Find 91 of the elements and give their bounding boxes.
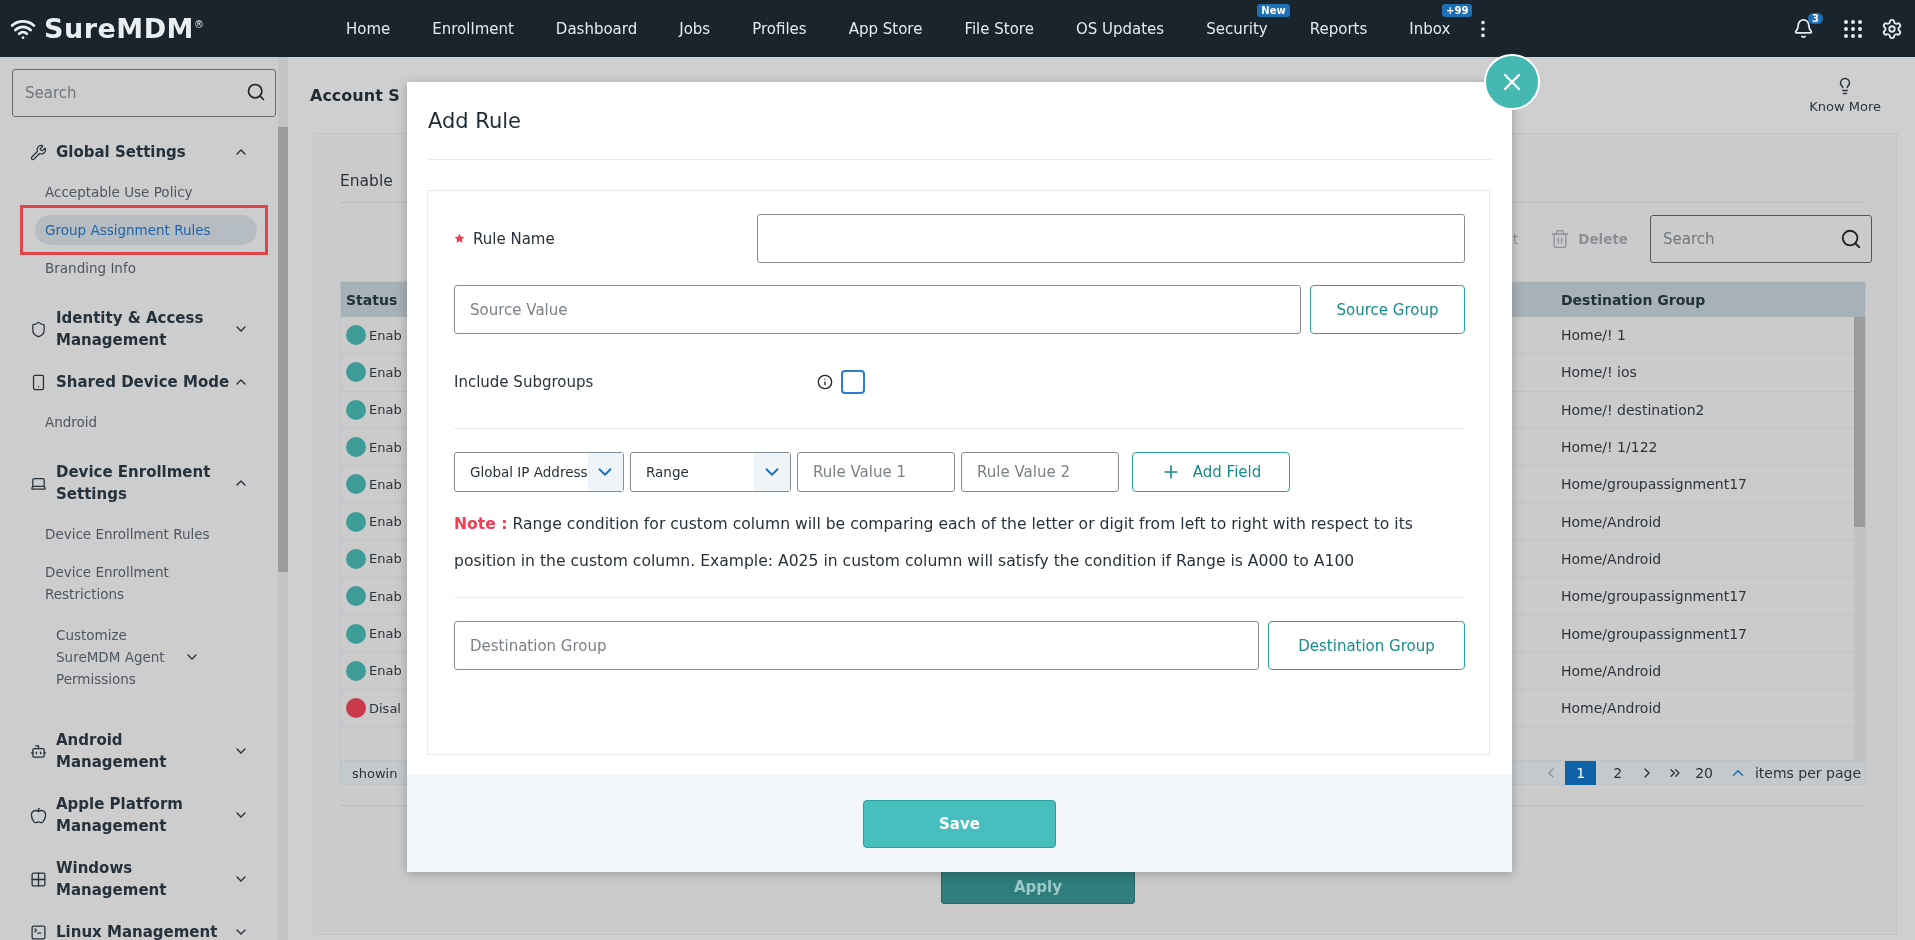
table-cell: Enab	[369, 327, 402, 343]
know-more-button[interactable]: Know More	[1803, 75, 1887, 115]
table-cell: Enab	[369, 364, 402, 380]
page-title: Account S	[310, 85, 400, 105]
section-title[interactable]: Android Management	[56, 729, 233, 773]
table-cell: Enab	[369, 663, 402, 679]
nav-badge: New	[1257, 4, 1290, 17]
table-cell-text: Home/! 1	[1560, 327, 1628, 344]
input-field[interactable]: Source Value	[454, 285, 1301, 334]
scrollbar[interactable]	[278, 127, 288, 572]
table-cell-text: Home/Android	[1560, 513, 1663, 530]
table-cell: Enab	[369, 626, 402, 641]
sidebar-item[interactable]: Android	[35, 407, 257, 437]
page-size[interactable]: 20	[1695, 765, 1713, 781]
nav-item[interactable]: OS Updates	[1075, 20, 1165, 38]
sidebar-item[interactable]: Customize SureMDM Agent Permissions	[46, 620, 184, 694]
phone-icon	[30, 373, 47, 391]
field-label: Rule Name	[473, 229, 555, 248]
operator-select[interactable]: Range	[630, 452, 791, 492]
info-icon	[817, 374, 834, 390]
add-field-button[interactable]: Add Field	[1132, 452, 1290, 492]
nav-item[interactable]: Reports	[1309, 20, 1368, 38]
checkbox[interactable]	[841, 370, 866, 394]
robot-icon	[30, 742, 47, 760]
destination-group-button[interactable]: Destination Group	[1268, 621, 1465, 670]
nav-item[interactable]: Jobs	[679, 20, 711, 38]
trash-icon	[1550, 229, 1571, 249]
section-title[interactable]: Shared Device Mode	[56, 371, 233, 393]
input-field[interactable]: Destination Group	[454, 621, 1259, 670]
terminal-icon	[30, 923, 47, 940]
table-cell-text: Home/Android	[1560, 662, 1663, 679]
sidebar-item[interactable]: Device Enrollment Rules	[35, 519, 257, 549]
table-cell: Enab	[369, 439, 402, 455]
table-cell-text: Home/! ios	[1560, 364, 1638, 381]
column-header[interactable]: Status	[341, 291, 408, 308]
tools-icon	[30, 143, 47, 161]
table-cell-text: Home/Android	[1560, 550, 1663, 567]
search-icon	[1840, 228, 1862, 250]
section-title[interactable]: Device Enrollment Settings	[56, 461, 233, 505]
logo-text: SureMDM$^{®}$	[44, 13, 205, 44]
nav-item[interactable]: Security	[1206, 20, 1268, 38]
input-field[interactable]: Rule Value 1	[797, 452, 955, 492]
table-cell-text: Home/! destination2	[1560, 401, 1706, 418]
table-cell-text: Home/groupassignment17	[1560, 625, 1748, 642]
section-title[interactable]: Identity & Access Management	[56, 307, 233, 351]
section-title[interactable]: Windows Management	[56, 857, 233, 901]
page-size-label: items per page	[1754, 765, 1861, 781]
table-cell-text: Home/Android	[1560, 700, 1663, 717]
notification-badge: 3	[1808, 13, 1823, 24]
nav-item[interactable]: File Store	[964, 20, 1034, 38]
nav-item[interactable]: Enrollment	[432, 20, 514, 38]
nav-item[interactable]: Home	[346, 20, 391, 38]
source-group-button[interactable]: Source Group	[1310, 285, 1465, 334]
nav-item[interactable]: Inbox	[1409, 20, 1451, 38]
section-title[interactable]: Global Settings	[56, 141, 233, 163]
page-button[interactable]: 2	[1602, 761, 1634, 785]
table-cell: Enab	[369, 588, 402, 604]
input-field[interactable]: Rule Value 2	[961, 452, 1119, 492]
nav-item[interactable]: App Store	[848, 20, 923, 38]
field-label: Include Subgroups	[454, 373, 594, 391]
section-title[interactable]: Apple Platform Management	[56, 793, 233, 837]
input-field[interactable]	[757, 214, 1465, 263]
table-cell: Enab	[369, 402, 402, 418]
search-icon	[246, 82, 266, 102]
table-cell: Enab	[369, 514, 402, 530]
sidebar-item[interactable]: Device Enrollment Restrictions	[35, 557, 257, 609]
nav-badge: +99	[1442, 4, 1473, 17]
apple-icon	[30, 806, 47, 824]
table-cell-text: Home/! 1/122	[1560, 439, 1659, 456]
search-field[interactable]: Search	[1650, 215, 1872, 263]
sidebar-item[interactable]: Branding Info	[35, 253, 257, 283]
sidebar-item[interactable]: Acceptable Use Policy	[35, 177, 257, 207]
dialog-title: Add Rule	[428, 108, 522, 133]
field-select[interactable]: Global IP Address	[454, 452, 624, 492]
grid-icon	[30, 870, 47, 888]
table-cell-text: Home/groupassignment17	[1560, 588, 1748, 605]
note-text: Note : Range condition for custom column will be comparing each of the letter or digit from left to right with respect to its position in the custom column. Example: A025 in custom column will satisfy the condition if Range is A000 to A100	[454, 514, 1414, 572]
settings-icon[interactable]	[1881, 17, 1903, 40]
table-cell: Enab	[369, 551, 402, 567]
pagination-info: showin	[351, 765, 399, 781]
section-title[interactable]: Linux Management	[56, 921, 233, 940]
table-cell: Enab	[369, 476, 402, 492]
table-cell-text: Home/groupassignment17	[1560, 476, 1748, 493]
shield-icon	[30, 320, 47, 338]
column-header[interactable]: Destination Group	[1551, 291, 1854, 308]
table-cell: Disal	[369, 700, 401, 716]
search-field[interactable]: Search	[12, 69, 276, 117]
nav-item[interactable]: Dashboard	[555, 20, 638, 38]
scrollbar[interactable]	[1854, 317, 1865, 527]
nav-item[interactable]: Profiles	[752, 20, 807, 38]
page-button[interactable]: 1	[1565, 761, 1597, 785]
